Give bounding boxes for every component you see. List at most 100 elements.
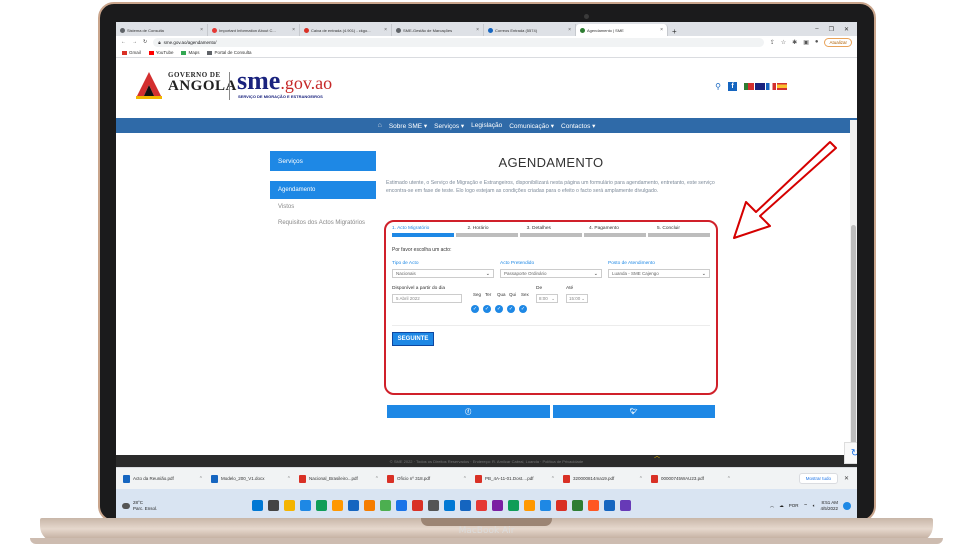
sidebar-item[interactable]: Requisitos dos Actos Migratórios bbox=[270, 215, 376, 231]
taskbar-app-icon[interactable] bbox=[444, 500, 455, 511]
browser-tab[interactable]: Sistema de Consulta × bbox=[116, 24, 208, 36]
taskbar-app-icon[interactable] bbox=[284, 500, 295, 511]
taskbar-app-icon[interactable] bbox=[524, 500, 535, 511]
bookmark-item[interactable]: YouTube bbox=[148, 50, 173, 55]
close-tab-icon[interactable]: × bbox=[200, 27, 203, 33]
clock[interactable]: 8:51 AM 4/5/2022 bbox=[820, 500, 838, 512]
field-select[interactable]: Passaporte Ordinário ⌄ bbox=[500, 269, 602, 278]
to-time-select[interactable]: 15:00 ⌄ bbox=[566, 294, 588, 303]
extensions-icon[interactable]: ✱ bbox=[792, 39, 797, 46]
bookmark-item[interactable]: Maps bbox=[181, 50, 199, 55]
download-item[interactable]: 00000745WAU23.pdf ⌃ bbox=[648, 471, 734, 487]
taskbar-app-icon[interactable] bbox=[476, 500, 487, 511]
sme-logo[interactable]: sme.gov.ao bbox=[237, 68, 332, 94]
sidebar-item[interactable]: Agendamento bbox=[270, 181, 376, 199]
taskbar-app-icon[interactable] bbox=[572, 500, 583, 511]
taskbar-app-icon[interactable] bbox=[540, 500, 551, 511]
volume-icon[interactable]: 🔈︎ bbox=[813, 503, 816, 508]
close-downloads-icon[interactable]: ✕ bbox=[840, 475, 853, 482]
nav-item[interactable]: Serviços ▾ bbox=[434, 122, 464, 130]
profile-icon[interactable]: ● bbox=[815, 39, 819, 46]
from-time-select[interactable]: 8:00 ⌄ bbox=[536, 294, 558, 303]
taskbar-app-icon[interactable] bbox=[364, 500, 375, 511]
notification-icon[interactable] bbox=[843, 501, 851, 510]
nav-item[interactable]: Sobre SME ▾ bbox=[389, 122, 427, 130]
download-item[interactable]: Modelo_200_V1.docx ⌃ bbox=[208, 471, 294, 487]
flag-es-icon[interactable] bbox=[777, 83, 787, 90]
twitter-share-button[interactable]: 🐦︎ bbox=[552, 405, 715, 418]
bookmark-item[interactable]: Gmail bbox=[122, 50, 141, 55]
check-icon[interactable]: ✓ bbox=[507, 305, 515, 313]
update-button[interactable]: Atualizar bbox=[824, 37, 852, 47]
taskbar-app-icon[interactable] bbox=[396, 500, 407, 511]
browser-tab[interactable]: Caixa de entrada (4.901) - ckgo... × bbox=[300, 24, 392, 36]
close-tab-icon[interactable]: × bbox=[292, 27, 295, 33]
show-all-downloads-button[interactable]: Mostrar tudo bbox=[798, 473, 838, 484]
chevron-up-icon[interactable]: ⌃ bbox=[463, 476, 467, 482]
flag-pt-icon[interactable] bbox=[744, 83, 754, 90]
taskbar-app-icon[interactable] bbox=[428, 500, 439, 511]
sidebar-icon[interactable]: ▣ bbox=[803, 39, 809, 46]
chevron-up-icon[interactable]: ⌃ bbox=[639, 476, 643, 482]
scrollbar-thumb[interactable] bbox=[851, 225, 856, 445]
taskbar-app-icon[interactable] bbox=[508, 500, 519, 511]
recaptcha-icon[interactable]: ↻ bbox=[844, 442, 857, 464]
taskbar-app-icon[interactable] bbox=[604, 500, 615, 511]
download-item[interactable]: Nacional_Brasileiro...pdf ⌃ bbox=[296, 471, 382, 487]
check-icon[interactable]: ✓ bbox=[483, 305, 491, 313]
browser-tab[interactable]: Important Information About C... × bbox=[208, 24, 300, 36]
share-icon[interactable]: ⇪ bbox=[770, 39, 775, 46]
download-item[interactable]: Oficio nº 318.pdf ⌃ bbox=[384, 471, 470, 487]
forward-icon[interactable]: → bbox=[132, 39, 137, 45]
step-label[interactable]: 4. Pagamento bbox=[589, 226, 619, 231]
step-label[interactable]: 1. Acto Migratório bbox=[392, 226, 429, 231]
taskbar-app-icon[interactable] bbox=[268, 500, 279, 511]
facebook-share-button[interactable]: ⓕ bbox=[387, 405, 550, 418]
chevron-up-icon[interactable]: ⌃ bbox=[551, 476, 555, 482]
step-label[interactable]: 3. Detalhes bbox=[527, 226, 551, 231]
star-icon[interactable]: ☆ bbox=[781, 39, 786, 46]
nav-item[interactable]: Legislação bbox=[471, 122, 502, 129]
new-tab-button[interactable]: + bbox=[668, 27, 681, 36]
chevron-up-icon[interactable]: ⌃ bbox=[287, 476, 291, 482]
step-label[interactable]: 2. Horário bbox=[467, 226, 488, 231]
taskbar-app-icon[interactable] bbox=[492, 500, 503, 511]
minimize-icon[interactable]: – bbox=[815, 26, 818, 33]
download-item[interactable]: 320000814ma19.pdf ⌃ bbox=[560, 471, 646, 487]
back-icon[interactable]: ← bbox=[121, 39, 126, 45]
download-item[interactable]: Acto da Reunião.pdf ⌃ bbox=[120, 471, 206, 487]
nav-item[interactable]: Comunicação ▾ bbox=[509, 122, 554, 130]
taskbar-app-icon[interactable] bbox=[588, 500, 599, 511]
facebook-icon[interactable]: f bbox=[728, 82, 737, 91]
bookmark-item[interactable]: Portal de Consulta bbox=[207, 50, 252, 55]
close-window-icon[interactable]: ✕ bbox=[844, 26, 849, 33]
sidebar-item[interactable]: Vistos bbox=[270, 199, 376, 215]
taskbar-app-icon[interactable] bbox=[348, 500, 359, 511]
field-select[interactable]: Nacionais ⌄ bbox=[392, 269, 494, 278]
check-icon[interactable]: ✓ bbox=[519, 305, 527, 313]
home-icon[interactable]: ⌂ bbox=[378, 122, 382, 129]
flag-uk-icon[interactable] bbox=[755, 83, 765, 90]
field-select[interactable]: Luanda - SME Cajengo ⌄ bbox=[608, 269, 710, 278]
step-label[interactable]: 5. Concluir bbox=[657, 226, 680, 231]
weather-widget[interactable]: 28°C Parc. Ensol. bbox=[122, 500, 182, 511]
check-icon[interactable]: ✓ bbox=[495, 305, 503, 313]
next-button[interactable]: SEGUINTE bbox=[392, 332, 434, 346]
taskbar-app-icon[interactable] bbox=[620, 500, 631, 511]
reload-icon[interactable]: ↻ bbox=[143, 39, 147, 45]
url-field[interactable]: 🔒︎ sme.gov.ao/agendamento/ bbox=[153, 37, 764, 47]
close-tab-icon[interactable]: × bbox=[476, 27, 479, 33]
taskbar-app-icon[interactable] bbox=[332, 500, 343, 511]
taskbar-app-icon[interactable] bbox=[252, 500, 263, 511]
taskbar-app-icon[interactable] bbox=[316, 500, 327, 511]
browser-tab[interactable]: Correos Entrada (5574) × bbox=[484, 24, 576, 36]
close-tab-icon[interactable]: × bbox=[660, 27, 663, 33]
close-tab-icon[interactable]: × bbox=[384, 27, 387, 33]
chevron-up-icon[interactable]: ⌃ bbox=[375, 476, 379, 482]
chevron-up-icon[interactable]: ⌃ bbox=[727, 476, 731, 482]
chevron-up-icon[interactable]: ⌃ bbox=[199, 476, 203, 482]
browser-tab[interactable]: SME-Gestão de Marcações × bbox=[392, 24, 484, 36]
taskbar-app-icon[interactable] bbox=[556, 500, 567, 511]
maximize-icon[interactable]: ❐ bbox=[829, 26, 834, 33]
taskbar-app-icon[interactable] bbox=[380, 500, 391, 511]
